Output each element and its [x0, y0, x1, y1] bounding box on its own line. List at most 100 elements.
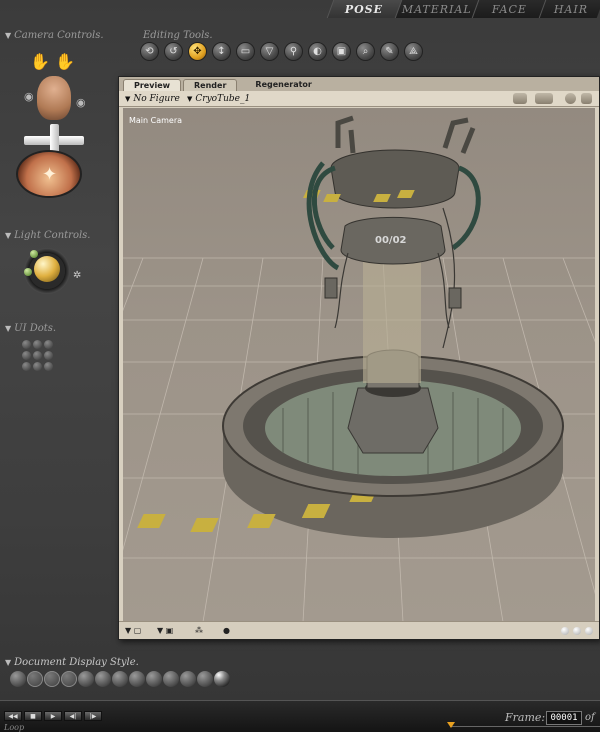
ground-shadow-toggle[interactable]	[561, 627, 569, 635]
tab-face[interactable]: FACE	[471, 0, 546, 18]
display-style-menu-icon[interactable]: ▼ ▢	[125, 626, 141, 635]
flat-lined-style-icon[interactable]	[112, 671, 128, 687]
chain-break-icon[interactable]: ⚲	[284, 42, 303, 61]
3d-viewport[interactable]: Main Camera 00/02	[123, 108, 595, 622]
tube-number-label: 00/02	[375, 235, 407, 246]
document-display-style-title[interactable]: ▼ Document Display Style.	[5, 657, 139, 668]
silhouette-style-icon[interactable]	[10, 671, 26, 687]
translate-in-out-icon[interactable]: ↕	[212, 42, 231, 61]
camera-hands-icon[interactable]: ✋ ✋	[30, 52, 75, 71]
pedestal	[347, 387, 439, 454]
light-controls-title[interactable]: ▼ Light Controls.	[5, 230, 90, 241]
ui-dot[interactable]	[33, 340, 42, 349]
viewport-layout-icon[interactable]	[535, 93, 553, 104]
actor-select[interactable]: ▼ CryoTube_1	[187, 94, 250, 104]
ui-dots-label: UI Dots.	[14, 323, 57, 334]
document-bottom-bar: ▼ ▢ ▼ ▣ ⁂ ●	[119, 621, 599, 639]
morphing-tool-icon[interactable]: ✎	[380, 42, 399, 61]
tab-hair-label: HAIR	[554, 3, 589, 16]
timeline-track[interactable]	[450, 726, 600, 727]
loop-label[interactable]: Loop	[4, 723, 24, 732]
tab-preview[interactable]: Preview	[123, 79, 182, 91]
ui-dots-title[interactable]: ▼ UI Dots.	[5, 323, 56, 334]
translate-icon[interactable]: ✥	[188, 42, 207, 61]
ui-dot[interactable]	[44, 351, 53, 360]
smooth-shaded-style-icon[interactable]	[163, 671, 179, 687]
camera-right-eye-icon[interactable]: ◉	[76, 96, 86, 109]
ui-dot[interactable]	[22, 340, 31, 349]
texture-shaded-style-icon[interactable]	[197, 671, 213, 687]
flat-shaded-style-icon[interactable]	[95, 671, 111, 687]
stop-icon[interactable]: ■	[24, 711, 42, 721]
step-back-icon[interactable]: ◀|	[64, 711, 82, 721]
editing-tools-label: Editing Tools.	[143, 30, 213, 41]
tab-render[interactable]: Render	[183, 79, 238, 91]
collapse-triangle-icon: ▼	[5, 31, 12, 40]
cable-box	[324, 277, 338, 299]
collapse-triangle-icon: ▼	[5, 324, 12, 333]
cable-box	[448, 287, 462, 309]
cryo-tube-glass	[363, 248, 421, 383]
playback-buttons: ◀◀ ■ ▶ ◀| |▶	[4, 711, 102, 721]
document-toolbar: ▼ No Figure ▼ CryoTube_1	[119, 91, 599, 107]
twist-icon[interactable]: ↺	[164, 42, 183, 61]
camera-trackball[interactable]	[16, 150, 82, 198]
camera-face-head-icon[interactable]	[37, 76, 71, 120]
ui-dot[interactable]	[33, 351, 42, 360]
grouping-icon[interactable]: ▣	[332, 42, 351, 61]
ui-dot[interactable]	[22, 362, 31, 371]
step-forward-icon[interactable]: |▶	[84, 711, 102, 721]
frame-input[interactable]: 00001	[546, 711, 582, 725]
rotate-icon[interactable]: ⟲	[140, 42, 159, 61]
tab-regenerator[interactable]: Regenerator	[245, 79, 321, 91]
options-icon[interactable]	[565, 93, 576, 104]
light-handle-icon[interactable]	[24, 268, 32, 276]
rewind-icon[interactable]: ◀◀	[4, 711, 22, 721]
outline-style-icon[interactable]	[27, 671, 43, 687]
editing-tools-title: Editing Tools.	[143, 30, 213, 41]
scale-icon[interactable]: ▭	[236, 42, 255, 61]
animation-controls-bar: ◀◀ ■ ▶ ◀| |▶ Loop Frame: 00001 of	[0, 700, 600, 732]
camera-left-eye-icon[interactable]: ◉	[24, 90, 34, 103]
window-menu-icon[interactable]	[581, 93, 592, 104]
bg-color-toggle[interactable]	[573, 627, 581, 635]
figure-select[interactable]: ▼ No Figure	[125, 94, 180, 104]
cartoon-lines-style-icon[interactable]	[146, 671, 162, 687]
actor-select-value: CryoTube_1	[195, 94, 251, 104]
collapse-triangle-icon: ▼	[5, 231, 12, 240]
frame-label: Frame:	[505, 711, 546, 724]
ui-dot[interactable]	[33, 362, 42, 371]
shaded-glossy-style-icon[interactable]	[214, 671, 230, 687]
top-bowl	[330, 149, 460, 209]
wireframe-style-icon[interactable]	[44, 671, 60, 687]
lit-wireframe-style-icon[interactable]	[78, 671, 94, 687]
tab-material[interactable]: MATERIAL	[394, 0, 478, 18]
figure-select-value: No Figure	[133, 94, 180, 104]
light-handle-icon[interactable]	[30, 250, 38, 258]
light-trackball[interactable]	[34, 256, 60, 282]
cartoon-style-icon[interactable]	[129, 671, 145, 687]
document-display-style-label: Document Display Style.	[14, 657, 139, 668]
render-settings-icon[interactable]	[513, 93, 527, 104]
ui-dot[interactable]	[44, 340, 53, 349]
timeline-scrubber-icon[interactable]	[447, 722, 455, 728]
tab-hair[interactable]: HAIR	[538, 0, 600, 18]
ui-dot[interactable]	[44, 362, 53, 371]
color-icon[interactable]: ◐	[308, 42, 327, 61]
direct-manipulation-icon[interactable]: ⟁	[404, 42, 423, 61]
tab-pose-label: POSE	[344, 3, 384, 16]
display-style-buttons	[10, 671, 230, 687]
hidden-line-style-icon[interactable]	[61, 671, 77, 687]
view-magnifier-icon[interactable]: ⌕	[356, 42, 375, 61]
shadow-sphere-icon[interactable]: ●	[223, 626, 230, 635]
play-icon[interactable]: ▶	[44, 711, 62, 721]
camera-cube-icon[interactable]: ▼ ▣	[157, 626, 173, 635]
ui-dot[interactable]	[22, 351, 31, 360]
lighting-dots-icon[interactable]: ⁂	[195, 626, 203, 635]
light-properties-icon[interactable]: ✲	[73, 270, 81, 281]
fg-color-toggle[interactable]	[585, 627, 593, 635]
taper-icon[interactable]: ▽	[260, 42, 279, 61]
tab-pose[interactable]: POSE	[326, 0, 401, 18]
smooth-lined-style-icon[interactable]	[180, 671, 196, 687]
camera-controls-title[interactable]: ▼ Camera Controls.	[5, 30, 104, 41]
